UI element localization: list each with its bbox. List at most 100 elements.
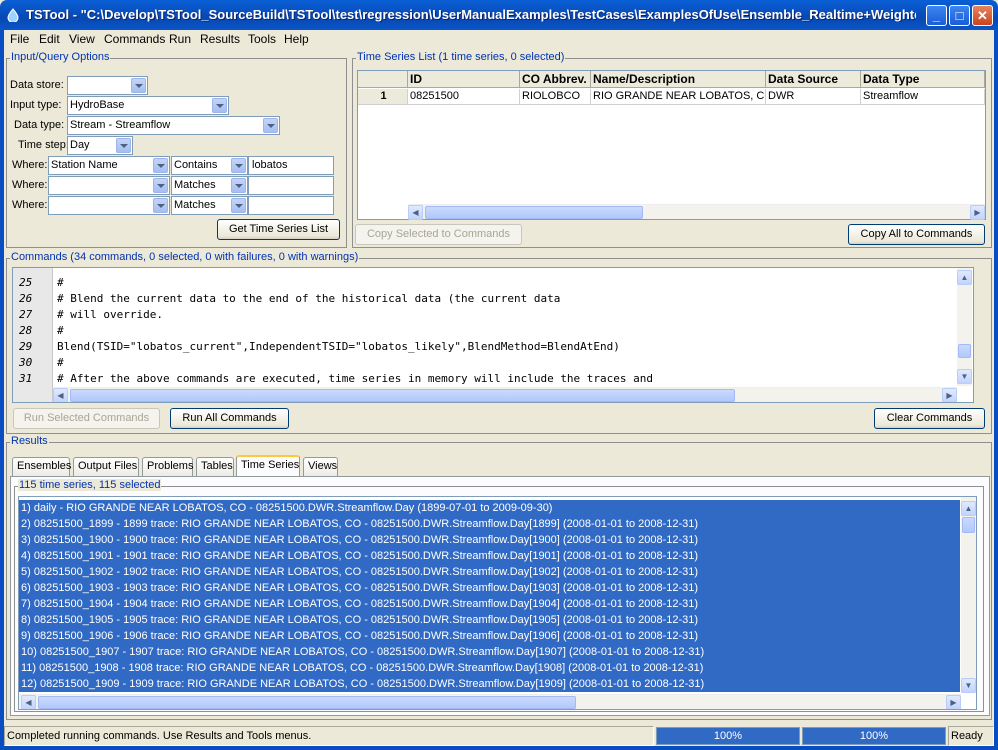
- row-number[interactable]: 1: [358, 89, 408, 105]
- scroll-left-icon[interactable]: ◀: [21, 695, 36, 709]
- where-field-select-1[interactable]: Station Name: [48, 156, 170, 175]
- where-value-input-1[interactable]: lobatos: [248, 156, 334, 175]
- table-cell-name[interactable]: RIO GRANDE NEAR LOBATOS, CO: [591, 89, 766, 105]
- column-header-id[interactable]: ID: [408, 71, 520, 88]
- scroll-thumb[interactable]: [70, 389, 735, 402]
- table-cell-id[interactable]: 08251500: [408, 89, 520, 105]
- list-item[interactable]: 1) daily - RIO GRANDE NEAR LOBATOS, CO -…: [19, 500, 960, 516]
- results-vertical-scrollbar[interactable]: ▲ ▼: [961, 497, 976, 693]
- command-line[interactable]: #: [57, 276, 64, 289]
- command-line[interactable]: # Blend the current data to the end of t…: [57, 292, 560, 305]
- commands-legend: Commands (34 commands, 0 selected, 0 wit…: [10, 251, 360, 263]
- scroll-down-icon[interactable]: ▼: [957, 369, 972, 384]
- tab-views[interactable]: Views: [303, 457, 338, 476]
- close-button[interactable]: ✕: [972, 5, 993, 26]
- menu-file[interactable]: File: [10, 32, 29, 46]
- data-type-select[interactable]: Stream - Streamflow: [67, 116, 280, 135]
- menu-results[interactable]: Results: [200, 32, 240, 46]
- menu-help[interactable]: Help: [284, 32, 309, 46]
- command-line[interactable]: # After the above commands are executed,…: [57, 372, 653, 385]
- list-item[interactable]: 8) 08251500_1905 - 1905 trace: RIO GRAND…: [19, 612, 960, 628]
- scroll-thumb[interactable]: [425, 206, 643, 219]
- where-value-input-2[interactable]: [248, 176, 334, 195]
- table-cell-co-abbrev[interactable]: RIOLOBCO: [520, 89, 591, 105]
- scroll-thumb[interactable]: [962, 517, 975, 533]
- column-header-data-source[interactable]: Data Source: [766, 71, 861, 88]
- tab-time-series[interactable]: Time Series: [236, 455, 300, 477]
- get-time-series-list-button[interactable]: Get Time Series List: [217, 219, 340, 240]
- list-item[interactable]: 5) 08251500_1902 - 1902 trace: RIO GRAND…: [19, 564, 960, 580]
- scroll-down-icon[interactable]: ▼: [961, 678, 976, 693]
- list-item[interactable]: 3) 08251500_1900 - 1900 trace: RIO GRAND…: [19, 532, 960, 548]
- scroll-up-icon[interactable]: ▲: [957, 270, 972, 285]
- results-time-series-list[interactable]: 1) daily - RIO GRANDE NEAR LOBATOS, CO -…: [18, 496, 977, 710]
- time-step-select[interactable]: Day: [67, 136, 133, 155]
- command-line[interactable]: Blend(TSID="lobatos_current",Independent…: [57, 340, 620, 353]
- status-state: Ready: [951, 730, 983, 742]
- list-item[interactable]: 7) 08251500_1904 - 1904 trace: RIO GRAND…: [19, 596, 960, 612]
- table-cell-data-source[interactable]: DWR: [766, 89, 861, 105]
- data-type-label: Data type:: [14, 119, 65, 131]
- command-line[interactable]: # will override.: [57, 308, 163, 321]
- minimize-button[interactable]: _: [926, 5, 947, 26]
- tab-ensembles[interactable]: Ensembles: [12, 457, 71, 476]
- datastore-select[interactable]: [67, 76, 148, 95]
- status-message: Completed running commands. Use Results …: [7, 730, 312, 742]
- table-horizontal-scrollbar[interactable]: ◀ ▶: [408, 204, 985, 220]
- command-line[interactable]: #: [57, 324, 64, 337]
- title-bar[interactable]: TSTool - "C:\Develop\TSTool_SourceBuild\…: [0, 0, 998, 30]
- command-line[interactable]: #: [57, 356, 64, 369]
- time-series-list-legend: Time Series List (1 time series, 0 selec…: [356, 51, 566, 63]
- results-horizontal-scrollbar[interactable]: ◀ ▶: [19, 694, 961, 709]
- input-type-select[interactable]: HydroBase: [67, 96, 229, 115]
- where-field-select-3[interactable]: [48, 196, 170, 215]
- chevron-down-icon: [212, 98, 227, 113]
- column-header-co-abbrev[interactable]: CO Abbrev.: [520, 71, 591, 88]
- scroll-thumb[interactable]: [958, 344, 971, 358]
- column-header-name[interactable]: Name/Description: [591, 71, 766, 88]
- list-item[interactable]: 10) 08251500_1907 - 1907 trace: RIO GRAN…: [19, 644, 960, 660]
- list-item[interactable]: 2) 08251500_1899 - 1899 trace: RIO GRAND…: [19, 516, 960, 532]
- where-value-input-3[interactable]: [248, 196, 334, 215]
- list-item[interactable]: 9) 08251500_1906 - 1906 trace: RIO GRAND…: [19, 628, 960, 644]
- column-header-data-type[interactable]: Data Type: [861, 71, 985, 88]
- commands-vertical-scrollbar[interactable]: ▲ ▼: [957, 268, 972, 386]
- where-field-select-2[interactable]: [48, 176, 170, 195]
- where-operator-select-1[interactable]: Contains: [171, 156, 248, 175]
- run-selected-commands-button[interactable]: Run Selected Commands: [13, 408, 160, 429]
- scroll-left-icon[interactable]: ◀: [53, 388, 68, 402]
- scroll-left-icon[interactable]: ◀: [408, 205, 423, 220]
- scroll-right-icon[interactable]: ▶: [942, 388, 957, 402]
- commands-horizontal-scrollbar[interactable]: ◀ ▶: [53, 387, 957, 402]
- status-message-box: Completed running commands. Use Results …: [4, 726, 654, 746]
- run-all-commands-button[interactable]: Run All Commands: [170, 408, 289, 429]
- menu-run[interactable]: Run: [169, 32, 191, 46]
- tab-tables[interactable]: Tables: [196, 457, 234, 476]
- maximize-button[interactable]: □: [949, 5, 970, 26]
- list-item[interactable]: 12) 08251500_1909 - 1909 trace: RIO GRAN…: [19, 676, 960, 692]
- list-item[interactable]: 4) 08251500_1901 - 1901 trace: RIO GRAND…: [19, 548, 960, 564]
- row-number-header: [358, 71, 408, 88]
- copy-selected-to-commands-button[interactable]: Copy Selected to Commands: [355, 224, 522, 245]
- window-title: TSTool - "C:\Develop\TSTool_SourceBuild\…: [26, 7, 916, 22]
- status-state-box: Ready: [948, 726, 994, 746]
- scroll-up-icon[interactable]: ▲: [961, 501, 976, 516]
- progress-bar-1: 100%: [656, 727, 800, 745]
- menu-edit[interactable]: Edit: [39, 32, 60, 46]
- list-item[interactable]: 11) 08251500_1908 - 1908 trace: RIO GRAN…: [19, 660, 960, 676]
- where-operator-select-3[interactable]: Matches: [171, 196, 248, 215]
- menu-commands[interactable]: Commands: [104, 32, 165, 46]
- scroll-right-icon[interactable]: ▶: [970, 205, 985, 220]
- table-cell-data-type[interactable]: Streamflow: [861, 89, 985, 105]
- clear-commands-button[interactable]: Clear Commands: [874, 408, 985, 429]
- menu-tools[interactable]: Tools: [248, 32, 276, 46]
- scroll-right-icon[interactable]: ▶: [946, 695, 961, 709]
- where-operator-select-2[interactable]: Matches: [171, 176, 248, 195]
- list-item[interactable]: 6) 08251500_1903 - 1903 trace: RIO GRAND…: [19, 580, 960, 596]
- menu-view[interactable]: View: [69, 32, 95, 46]
- tab-output-files[interactable]: Output Files: [73, 457, 139, 476]
- copy-all-to-commands-button[interactable]: Copy All to Commands: [848, 224, 985, 245]
- tab-problems[interactable]: Problems: [142, 457, 193, 476]
- scroll-thumb[interactable]: [38, 696, 576, 709]
- commands-editor[interactable]: 25 # 26 # Blend the current data to the …: [12, 267, 974, 403]
